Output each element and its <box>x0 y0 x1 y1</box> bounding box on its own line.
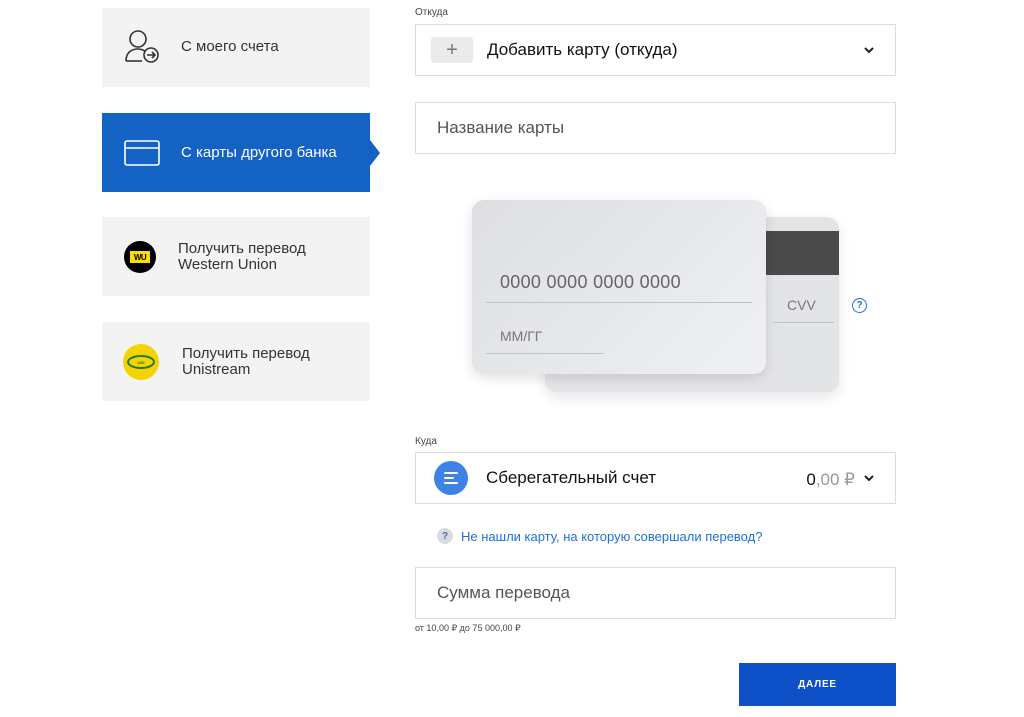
western-union-mark: WU <box>130 251 150 263</box>
from-card-select[interactable]: + Добавить карту (откуда) <box>415 24 896 76</box>
user-transfer-icon <box>125 30 159 63</box>
to-account-select[interactable]: Сберегательный счет 0,00 ₽ <box>415 452 896 504</box>
question-icon: ? <box>437 528 453 544</box>
nav-item-label-line1: Получить перевод <box>178 240 306 257</box>
chevron-down-icon <box>864 475 874 482</box>
card-not-found-link[interactable]: Не нашли карту, на которую совершали пер… <box>461 529 762 544</box>
nav-item-label-line2: Western Union <box>178 256 277 273</box>
nav-item-from-other-bank-card[interactable]: С карты другого банка <box>102 113 380 192</box>
savings-account-icon <box>434 461 468 495</box>
unistream-mark: UNI <box>127 355 155 369</box>
account-balance: 0,00 ₽ <box>806 470 855 490</box>
card-expiry-input[interactable]: ММ/ГГ <box>500 328 542 344</box>
amount-field[interactable]: Сумма перевода <box>415 567 896 619</box>
chevron-down-icon <box>864 47 874 54</box>
nav-item-western-union[interactable]: WU Получить перевод Western Union <box>102 217 370 296</box>
unistream-logo: UNI <box>123 344 159 380</box>
nav-item-label-line2: Unistream <box>182 361 251 378</box>
amount-placeholder: Сумма перевода <box>437 583 571 602</box>
card-number-underline <box>486 302 752 303</box>
card-name-placeholder: Название карты <box>437 118 565 137</box>
card-magnetic-stripe <box>765 231 839 275</box>
nav-item-label: С карты другого банка <box>181 144 337 161</box>
nav-active-arrow <box>370 140 380 166</box>
from-card-select-value: Добавить карту (откуда) <box>487 40 678 59</box>
nav-item-from-my-account[interactable]: С моего счета <box>102 8 370 87</box>
next-button[interactable]: ДАЛЕЕ <box>739 663 896 706</box>
card-cvv-underline <box>773 322 834 323</box>
account-balance-int: 0 <box>806 470 816 489</box>
card-name-field[interactable]: Название карты <box>415 102 896 154</box>
account-balance-fraction: ,00 ₽ <box>815 470 855 489</box>
western-union-logo: WU <box>124 241 156 273</box>
plus-icon: + <box>431 37 473 63</box>
nav-item-label: Получить перевод Western Union <box>178 241 306 273</box>
amount-limits: от 10,00 ₽ до 75 000,00 ₽ <box>415 623 521 633</box>
card-expiry-underline <box>486 353 604 354</box>
to-label: Куда <box>415 436 437 447</box>
from-label: Откуда <box>415 7 448 18</box>
nav-item-label: С моего счета <box>181 38 279 55</box>
to-account-name: Сберегательный счет <box>486 468 657 487</box>
nav-active-marker <box>352 140 370 166</box>
card-cvv-input[interactable]: CVV <box>787 297 816 313</box>
cvv-help-icon[interactable]: ? <box>852 298 867 313</box>
credit-card-icon <box>124 140 160 166</box>
card-not-found-hint[interactable]: ? Не нашли карту, на которую совершали п… <box>437 528 762 544</box>
nav-item-unistream[interactable]: UNI Получить перевод Unistream <box>102 322 370 401</box>
card-number-input[interactable]: 0000 0000 0000 0000 <box>500 272 681 293</box>
nav-item-label-line1: Получить перевод <box>182 345 310 362</box>
nav-item-label: Получить перевод Unistream <box>182 346 310 378</box>
